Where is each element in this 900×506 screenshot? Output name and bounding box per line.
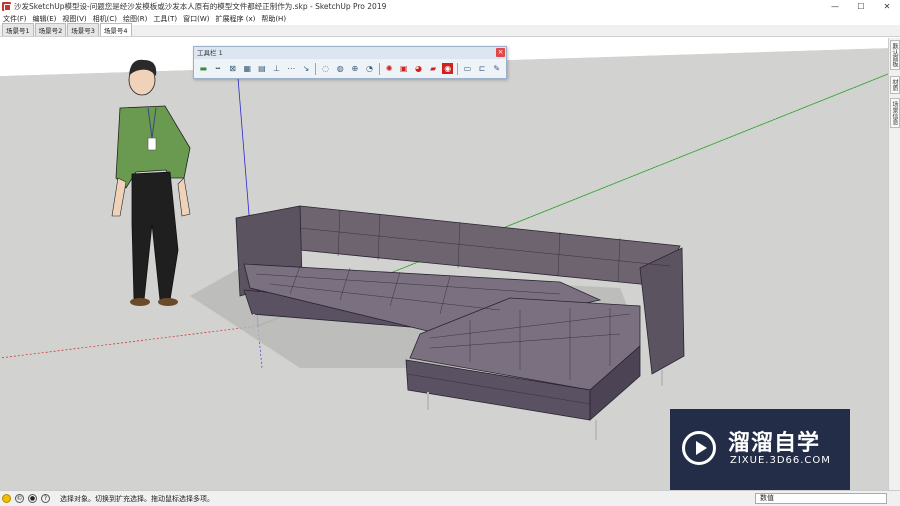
menu-help[interactable]: 帮助(H) xyxy=(261,14,286,24)
status-bar: © ● ? 选择对象。切换到扩充选择。拖动鼠标选择多项。 数值 xyxy=(0,490,900,506)
floating-toolbar[interactable]: 工具栏 1 × ▬ ╍ ⊠ ▦ ▤ ⊥ ⋯ ↘ ◌ ◍ ⊕ ◔ ✺ ▣ ◕ ▰ … xyxy=(193,46,507,79)
toolbar-separator xyxy=(315,62,317,75)
watermark-en: ZIXUE.3D66.COM xyxy=(730,455,831,466)
menu-window[interactable]: 窗口(W) xyxy=(183,14,209,24)
align-center-icon[interactable]: ╍ xyxy=(213,63,224,74)
render-icon[interactable]: ▣ xyxy=(398,63,409,74)
scene-tab-3[interactable]: 场景号3 xyxy=(67,23,99,36)
scene-tab-1[interactable]: 场景号1 xyxy=(2,23,34,36)
menu-bar: 文件(F) 编辑(E) 视图(V) 相机(C) 绘图(R) 工具(T) 窗口(W… xyxy=(0,13,900,25)
window-title: 沙发SketchUp模型设-问题您是经沙发模板或沙发本人原有的模型文件都经正制作… xyxy=(14,2,387,11)
snap-icon[interactable]: ↘ xyxy=(301,63,312,74)
info-icon[interactable]: ? xyxy=(41,494,50,503)
toolbar-title-bar[interactable]: 工具栏 1 × xyxy=(194,47,506,59)
orbit-icon[interactable]: ◔ xyxy=(364,63,375,74)
close-button[interactable]: ✕ xyxy=(874,0,900,13)
dot-icon[interactable]: ⋯ xyxy=(286,63,297,74)
render-red-icon[interactable]: ◉ xyxy=(442,63,454,74)
level-icon[interactable]: ⊥ xyxy=(271,63,282,74)
maximize-button[interactable]: ☐ xyxy=(848,0,874,13)
measurements-box[interactable]: 数值 xyxy=(755,493,887,504)
folder-open-icon[interactable]: ⊏ xyxy=(477,63,488,74)
toolbar-separator xyxy=(378,62,380,75)
user-icon[interactable]: ● xyxy=(28,494,37,503)
toolbar-separator xyxy=(457,62,459,75)
geolocation-icon[interactable] xyxy=(2,494,11,503)
folder-icon[interactable]: ▭ xyxy=(462,63,473,74)
move-icon[interactable]: ⊠ xyxy=(227,63,238,74)
menu-extensions[interactable]: 扩展程序 (x) xyxy=(215,14,255,24)
toolbar-close-button[interactable]: × xyxy=(496,48,505,57)
zoom-icon[interactable]: ◍ xyxy=(335,63,346,74)
camera-icon[interactable]: ▰ xyxy=(428,63,439,74)
sun-icon[interactable]: ✺ xyxy=(384,63,395,74)
grid-icon[interactable]: ▦ xyxy=(242,63,253,74)
material-icon[interactable]: ◕ xyxy=(413,63,424,74)
rotate-icon[interactable]: ◌ xyxy=(320,63,331,74)
eyedropper-icon[interactable]: ✎ xyxy=(491,63,502,74)
tray-tab-default[interactable]: 默认面板 xyxy=(890,40,900,70)
watermark-cn: 溜溜自学 xyxy=(728,431,821,456)
toolbar-icons: ▬ ╍ ⊠ ▦ ▤ ⊥ ⋯ ↘ ◌ ◍ ⊕ ◔ ✺ ▣ ◕ ▰ ◉ ▭ ⊏ ✎ xyxy=(194,59,506,78)
play-logo-icon xyxy=(682,431,716,465)
watermark-badge: 溜溜自学 ZIXUE.3D66.COM xyxy=(670,409,850,493)
scene-tab-4[interactable]: 场景号4 xyxy=(99,23,132,36)
tray-tab-scene-info[interactable]: 场景信息 xyxy=(890,98,900,128)
title-bar: 沙发SketchUp模型设-问题您是经沙发模板或沙发本人原有的模型文件都经正制作… xyxy=(0,0,900,13)
align-icon[interactable]: ▬ xyxy=(198,63,209,74)
status-message: 选择对象。切换到扩充选择。拖动鼠标选择多项。 xyxy=(60,494,214,503)
scene-tabs: 场景号1 场景号2 场景号3 场景号4 xyxy=(0,23,900,37)
array-icon[interactable]: ▤ xyxy=(257,63,268,74)
minimize-button[interactable]: — xyxy=(822,0,848,13)
credits-icon[interactable]: © xyxy=(15,494,24,503)
scene-tab-2[interactable]: 场景号2 xyxy=(34,23,67,36)
tray-tab-materials[interactable]: 材质 xyxy=(890,76,900,94)
sketchup-logo-icon xyxy=(2,2,11,11)
right-tray: 默认面板 材质 场景信息 xyxy=(888,38,900,490)
toolbar-title: 工具栏 1 xyxy=(197,49,223,57)
search-icon[interactable]: ⊕ xyxy=(350,63,361,74)
menu-tools[interactable]: 工具(T) xyxy=(153,14,177,24)
window-controls: — ☐ ✕ xyxy=(822,0,900,13)
